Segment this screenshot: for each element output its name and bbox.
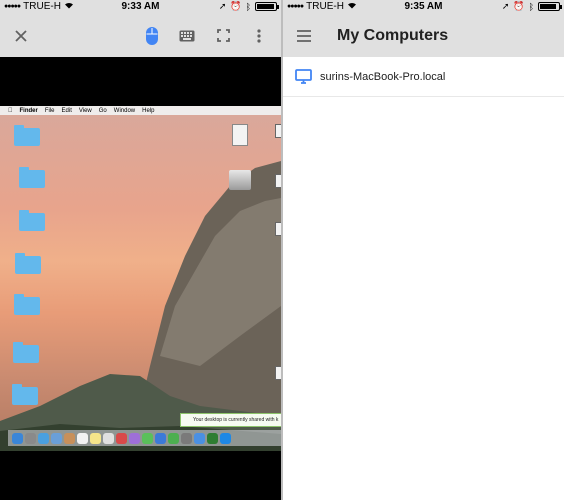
reminders-icon[interactable] [103, 432, 114, 444]
apple-icon:  [8, 108, 13, 114]
desktop-folder-icon[interactable] [19, 167, 45, 188]
notes-icon[interactable] [90, 432, 101, 444]
preferences-icon[interactable] [181, 432, 192, 444]
safari-icon[interactable] [38, 432, 49, 444]
close-icon[interactable] [6, 14, 36, 57]
computer-list-item[interactable]: surins-MacBook-Pro.local [283, 57, 564, 97]
mac-dock [8, 430, 281, 446]
alarm-icon: ⏰ [513, 1, 525, 11]
desktop-folder-icon[interactable] [14, 294, 40, 315]
menu-edit[interactable]: Edit [62, 108, 72, 114]
remote-desktop-view[interactable]:  Finder File Edit View Go Window Help Y… [0, 106, 281, 451]
more-vert-icon[interactable] [244, 14, 274, 57]
status-bar: ●●●●● TRUE-H 9:33 AM ➚ ⏰ ᛒ [0, 0, 281, 14]
remote-session-screen: ●●●●● TRUE-H 9:33 AM ➚ ⏰ ᛒ Finder File E… [0, 0, 281, 500]
computer-name: surins-MacBook-Pro.local [320, 70, 446, 83]
battery-icon [538, 2, 562, 11]
alarm-icon: ⏰ [230, 1, 242, 11]
status-bar: ●●●●● TRUE-H 9:35 AM ➚ ⏰ ᛒ [283, 0, 564, 14]
desktop-icon [295, 69, 312, 90]
calendar-icon[interactable] [77, 432, 88, 444]
desktop-shared-notice: Your desktop is currently shared with k [180, 413, 281, 427]
app-icon[interactable] [207, 432, 218, 444]
itunes-icon[interactable] [116, 432, 127, 444]
launchpad-icon[interactable] [25, 432, 36, 444]
bluetooth-icon: ᛒ [245, 1, 251, 12]
app-icon[interactable] [129, 432, 140, 444]
numbers-icon[interactable] [142, 432, 153, 444]
app-icon[interactable] [155, 432, 166, 444]
desktop-folder-icon[interactable] [12, 384, 38, 405]
document-icon[interactable] [232, 124, 248, 146]
bluetooth-icon: ᛒ [528, 1, 534, 12]
disk-image-icon[interactable] [229, 170, 251, 190]
location-icon: ➚ [501, 1, 510, 11]
wallpaper-image [0, 161, 281, 451]
desktop-folder-icon[interactable] [14, 125, 40, 146]
menu-file[interactable]: File [45, 108, 55, 114]
facetime-icon[interactable] [168, 432, 179, 444]
battery-icon [255, 2, 279, 11]
desktop-folder-icon[interactable] [19, 210, 45, 231]
menu-go[interactable]: Go [99, 108, 107, 114]
fullscreen-icon[interactable] [208, 14, 238, 57]
menu-icon[interactable] [289, 14, 319, 57]
keyboard-icon[interactable] [172, 14, 202, 57]
page-title: My Computers [337, 26, 449, 44]
menu-finder[interactable]: Finder [20, 108, 38, 114]
messages-icon[interactable] [194, 432, 205, 444]
mouse-icon[interactable] [137, 14, 167, 57]
location-icon: ➚ [218, 1, 227, 11]
app-bar: My Computers [283, 14, 564, 57]
mail-icon[interactable] [51, 432, 62, 444]
my-computers-screen: ●●●●● TRUE-H 9:35 AM ➚ ⏰ ᛒ My Computers … [283, 0, 564, 500]
remote-toolbar [0, 14, 281, 57]
menu-window[interactable]: Window [114, 108, 135, 114]
contacts-icon[interactable] [64, 432, 75, 444]
app-icon[interactable] [220, 432, 231, 444]
menu-help[interactable]: Help [142, 108, 154, 114]
desktop-folder-icon[interactable] [13, 342, 39, 363]
desktop-folder-icon[interactable] [15, 253, 41, 274]
menu-view[interactable]: View [79, 108, 92, 114]
finder-icon[interactable] [12, 432, 23, 444]
mac-menu-bar:  Finder File Edit View Go Window Help [0, 106, 281, 115]
